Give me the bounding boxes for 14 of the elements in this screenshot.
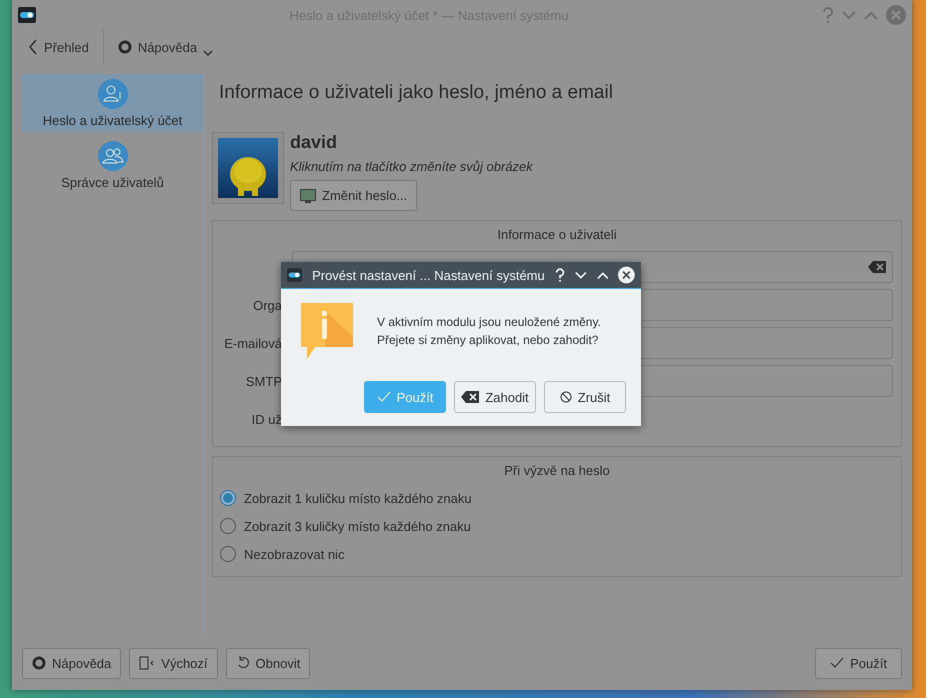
field-label: SMTP [244,374,282,388]
dialog-message: V aktivním modulu jsou neuložené změny. Přejete si změny aplikovat, nebo zahodit? [377,314,601,349]
field-label: Orga [252,298,282,312]
dialog-title: Provést nastavení ... Nastavení systému [312,268,545,282]
group-title: Informace o uživateli [497,227,617,242]
field-label: ID už [250,412,282,426]
field-label: E-mailová [223,336,282,350]
avatar-hint: Kliknutím na tlačítko změníte svůj obrázek [290,159,533,174]
group-title: Při výzvě na heslo [504,463,610,478]
radio-label: Zobrazit 1 kuličku místo každého znaku [244,490,472,506]
user-name: david [290,132,338,153]
page-heading: Informace o uživateli jako heslo, jméno a email [218,81,614,105]
radio-label: Zobrazit 3 kuličky místo každého znaku [244,518,471,534]
radio-label: Nezobrazovat nic [244,546,344,562]
